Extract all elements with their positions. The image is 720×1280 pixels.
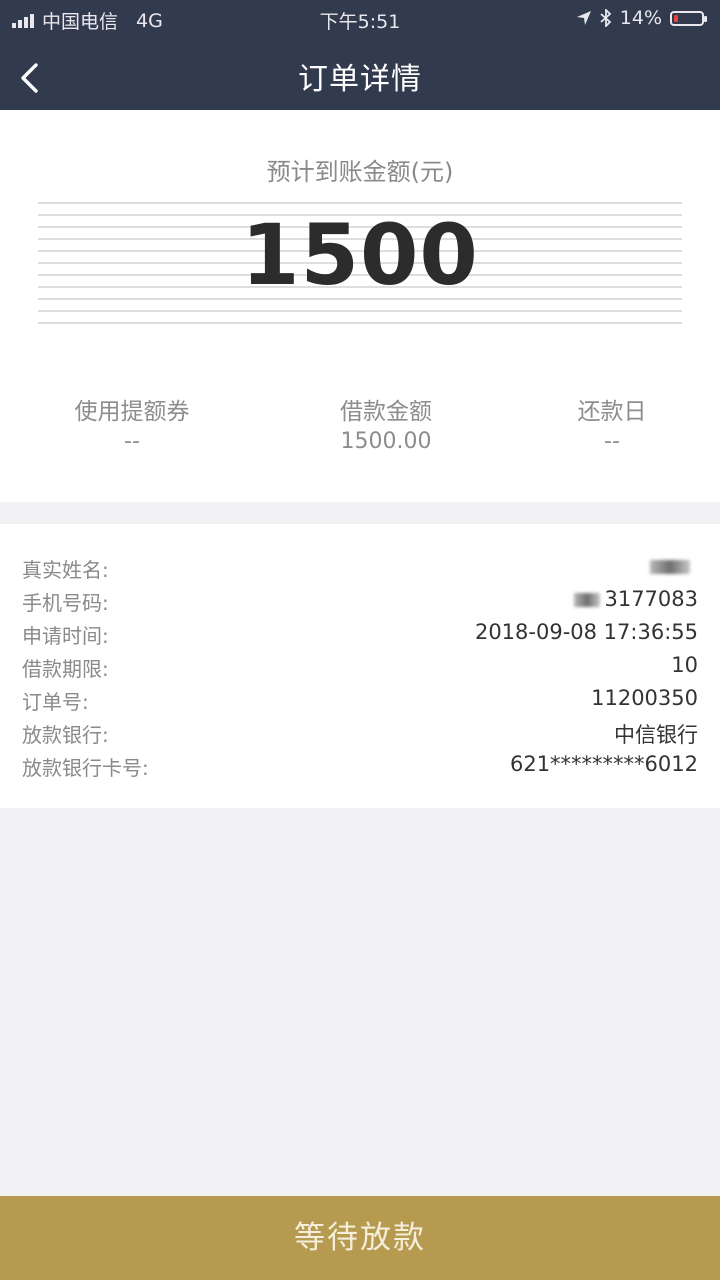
stat-repay-date: 还款日 -- <box>510 392 714 454</box>
phone-visible-part: 3177083 <box>604 587 698 611</box>
status-right: 14% <box>576 7 707 29</box>
detail-value: 11200350 <box>591 686 698 710</box>
detail-row-order-no: 订单号: 11200350 <box>22 686 698 716</box>
detail-value: 2018-09-08 17:36:55 <box>474 620 698 644</box>
detail-value: 中信银行 <box>614 723 698 747</box>
await-disbursement-button[interactable]: 等待放款 <box>0 1196 720 1280</box>
detail-value: 10 <box>671 653 698 677</box>
amount-card: 预计到账金额(元) 1500 使用提额券 -- 借款金额 1500.00 还款日… <box>0 110 720 502</box>
battery-level <box>674 14 678 22</box>
stat-label: 还款日 <box>577 399 647 425</box>
amount-label: 预计到账金额(元) <box>266 158 454 186</box>
detail-row-bank: 放款银行: 中信银行 <box>22 719 698 749</box>
battery-icon <box>670 10 707 26</box>
detail-label: 放款银行卡号: <box>22 756 149 780</box>
nav-bar: 订单详情 <box>0 40 720 110</box>
detail-row-name: 真实姓名: <box>22 554 698 584</box>
page-title: 订单详情 <box>298 62 422 97</box>
detail-label: 手机号码: <box>22 591 109 615</box>
order-details: 真实姓名: 手机号码: 3177083 申请时间: 2018-09-08 17:… <box>0 524 720 808</box>
detail-label: 借款期限: <box>22 657 109 681</box>
detail-label: 真实姓名: <box>22 558 109 582</box>
detail-value-redacted <box>650 554 698 578</box>
stat-label: 借款金额 <box>340 399 432 425</box>
detail-value: 621*********6012 <box>509 752 698 776</box>
detail-row-card-no: 放款银行卡号: 621*********6012 <box>22 752 698 782</box>
stat-value: -- <box>604 429 620 454</box>
detail-row-phone: 手机号码: 3177083 <box>22 587 698 617</box>
detail-value: 3177083 <box>574 587 698 611</box>
stat-value: -- <box>124 429 140 454</box>
stat-loan-amount: 借款金额 1500.00 <box>284 392 488 454</box>
top-bar: 中国电信 4G 下午5:51 14% 订单详情 <box>0 0 720 110</box>
detail-label: 放款银行: <box>22 723 109 747</box>
detail-row-term: 借款期限: 10 <box>22 653 698 683</box>
detail-label: 订单号: <box>22 690 89 714</box>
status-bar: 中国电信 4G 下午5:51 14% <box>0 0 720 40</box>
amount-value: 1500 <box>241 206 479 304</box>
location-icon <box>576 11 591 25</box>
stat-value: 1500.00 <box>340 429 432 454</box>
detail-label: 申请时间: <box>22 624 109 648</box>
stat-coupon: 使用提额券 -- <box>30 392 234 454</box>
battery-percent: 14% <box>619 7 662 29</box>
bluetooth-icon <box>600 9 612 27</box>
detail-row-apply-time: 申请时间: 2018-09-08 17:36:55 <box>22 620 698 650</box>
stat-label: 使用提额券 <box>74 399 190 425</box>
